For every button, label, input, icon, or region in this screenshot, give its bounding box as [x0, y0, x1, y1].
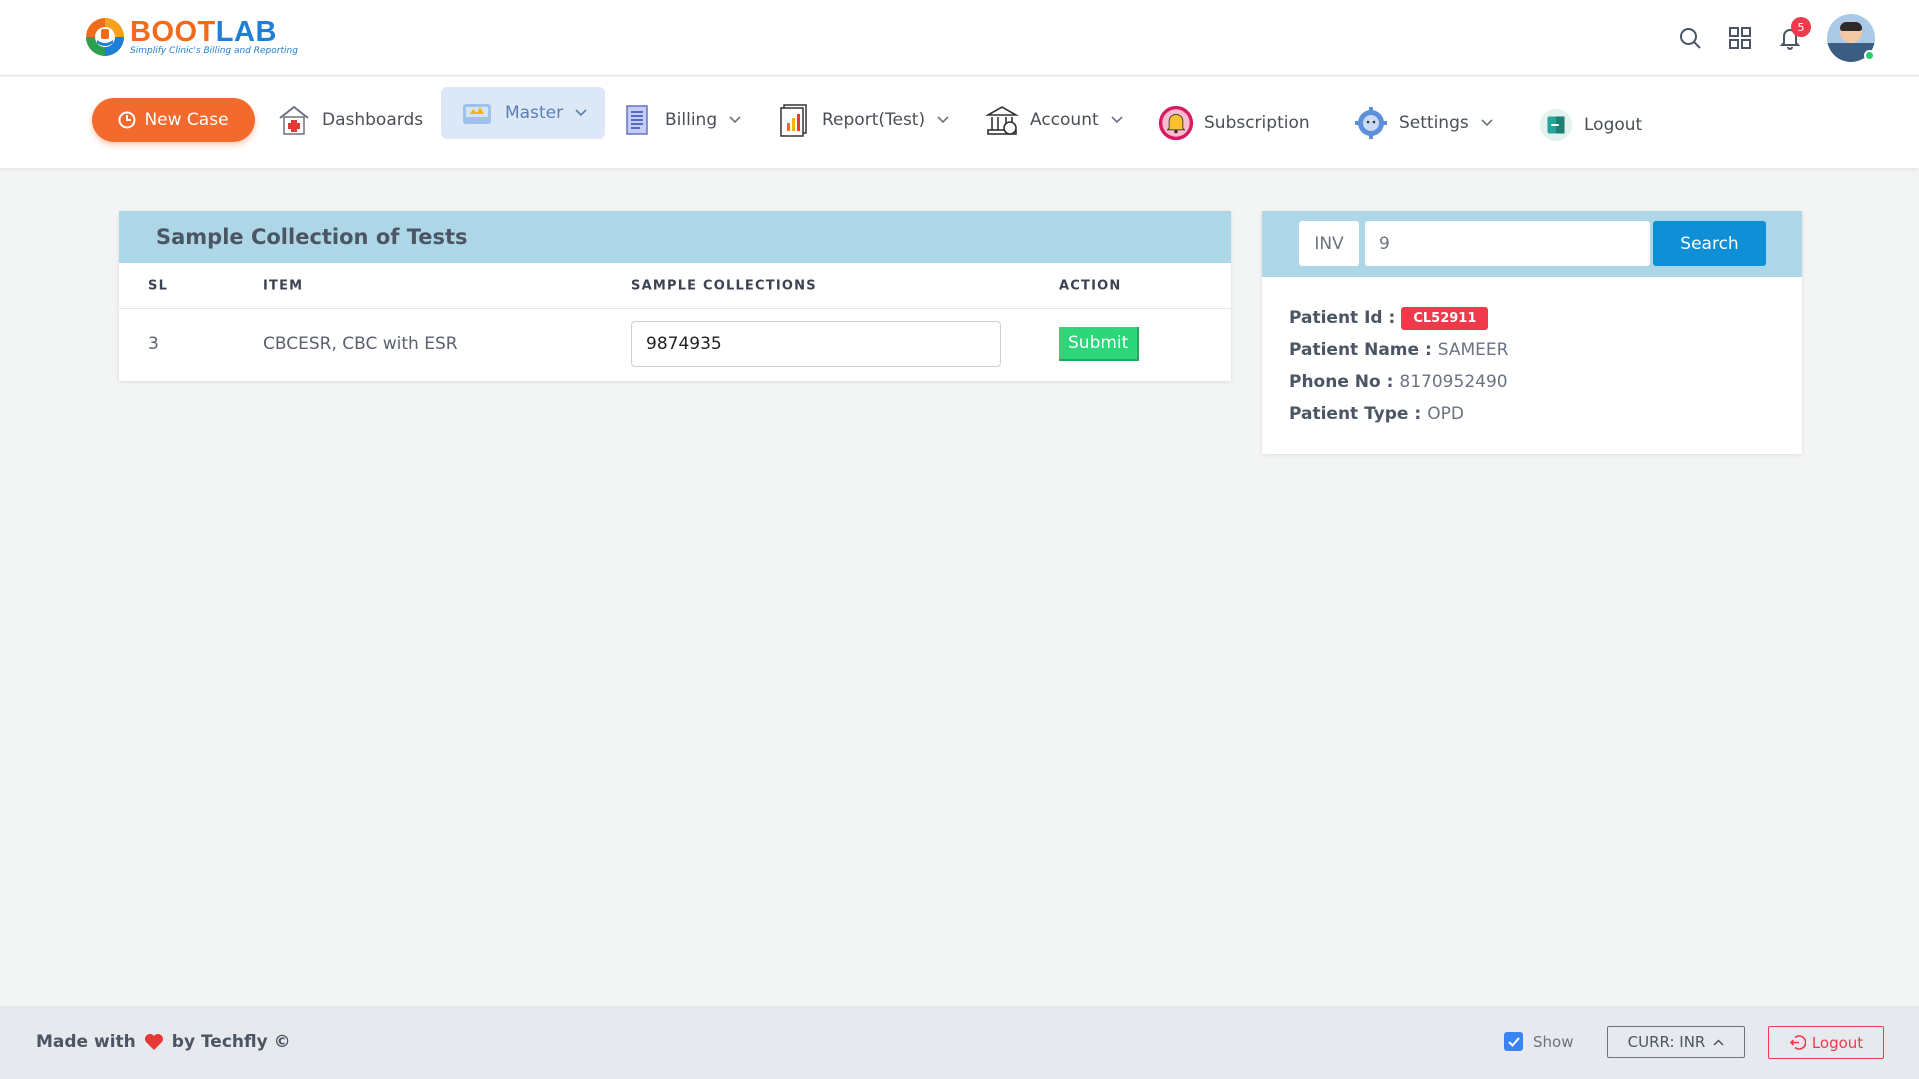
search-icon[interactable] — [1675, 23, 1705, 53]
bell-icon[interactable]: 5 — [1775, 17, 1811, 53]
currency-selector[interactable]: CURR: INR — [1607, 1026, 1745, 1058]
patient-name-label: Patient Name : — [1289, 340, 1432, 360]
column-header-item: ITEM — [263, 278, 304, 293]
search-button[interactable]: Search — [1653, 221, 1766, 266]
patient-id-label: Patient Id : — [1289, 308, 1396, 328]
brand-name: BOOTLAB — [130, 16, 277, 48]
nav-report-label: Report(Test) — [822, 110, 926, 130]
nav-billing-label: Billing — [665, 110, 718, 130]
phone-value: 8170952490 — [1399, 372, 1508, 392]
logout-arrow-icon — [1789, 1034, 1806, 1051]
search-bar: INV 9 Search — [1262, 211, 1802, 277]
currency-label: CURR: INR — [1627, 1033, 1706, 1051]
chevron-down-icon — [729, 116, 741, 124]
phone-row: Phone No : 8170952490 — [1289, 366, 1802, 398]
bank-icon — [984, 102, 1020, 138]
logo-mark-icon — [86, 18, 124, 56]
invoice-search-input[interactable]: 9 — [1365, 221, 1650, 266]
column-header-sample: SAMPLE COLLECTIONS — [631, 278, 817, 293]
chevron-down-icon — [575, 109, 587, 117]
brand-logo[interactable]: BOOTLAB Simplify Clinic's Billing and Re… — [84, 16, 298, 58]
patient-search-card: INV 9 Search Patient Id : CL52911 Patien… — [1262, 211, 1802, 454]
nav-account[interactable]: Account — [984, 94, 1123, 146]
master-icon — [459, 95, 495, 131]
table-row: 3 CBCESR, CBC with ESR 9874935 Submit — [119, 309, 1231, 379]
new-case-button[interactable]: New Case — [92, 98, 255, 142]
nav-dashboards[interactable]: Dashboards — [276, 94, 423, 146]
nav-billing[interactable]: Billing — [619, 94, 741, 146]
nav-subscription-label: Subscription — [1204, 113, 1310, 133]
footer-logout-button[interactable]: Logout — [1768, 1026, 1884, 1059]
notification-badge: 5 — [1791, 17, 1811, 37]
logout-icon — [1538, 107, 1574, 143]
nav-settings-label: Settings — [1399, 113, 1469, 133]
grid-icon[interactable] — [1725, 23, 1755, 53]
heart-icon — [144, 1033, 164, 1051]
avatar[interactable] — [1827, 14, 1875, 62]
new-case-label: New Case — [144, 110, 229, 130]
footer-credit: Made with by Techfly © — [36, 1032, 291, 1052]
patient-type-label: Patient Type : — [1289, 404, 1422, 424]
made-with-text: Made with — [36, 1032, 136, 1052]
chevron-up-icon — [1713, 1038, 1724, 1046]
top-header: BOOTLAB Simplify Clinic's Billing and Re… — [0, 0, 1919, 76]
sample-collection-card: Sample Collection of Tests SL ITEM SAMPL… — [119, 211, 1231, 381]
show-toggle[interactable]: Show — [1504, 1032, 1573, 1051]
footer: Made with by Techfly © Show CURR: INR Lo… — [0, 1006, 1919, 1079]
phone-label: Phone No : — [1289, 372, 1394, 392]
patient-name-row: Patient Name : SAMEER — [1289, 334, 1802, 366]
bell-badge-icon — [1158, 105, 1194, 141]
column-header-sl: SL — [148, 278, 169, 293]
brand-tagline: Simplify Clinic's Billing and Reporting — [130, 46, 298, 56]
chevron-down-icon — [937, 116, 949, 124]
card-title: Sample Collection of Tests — [119, 211, 1231, 263]
checkbox-checked-icon[interactable] — [1504, 1032, 1523, 1051]
patient-info: Patient Id : CL52911 Patient Name : SAME… — [1262, 277, 1802, 430]
clock-icon — [118, 111, 136, 129]
main-navbar: New Case Dashboards Master Billing Repor… — [0, 77, 1919, 168]
nav-dashboards-label: Dashboards — [322, 110, 424, 130]
patient-id-badge: CL52911 — [1401, 306, 1489, 330]
chevron-down-icon — [1481, 119, 1493, 127]
invoice-prefix: INV — [1299, 221, 1359, 266]
nav-account-label: Account — [1030, 110, 1099, 130]
nav-logout[interactable]: Logout — [1538, 99, 1642, 151]
patient-type-value: OPD — [1427, 404, 1464, 424]
patient-id-row: Patient Id : CL52911 — [1289, 302, 1802, 334]
footer-logout-label: Logout — [1811, 1033, 1864, 1052]
nav-logout-label: Logout — [1584, 115, 1643, 135]
billing-icon — [619, 102, 655, 138]
patient-type-row: Patient Type : OPD — [1289, 398, 1802, 430]
nav-master-label: Master — [505, 103, 564, 123]
nav-report-test[interactable]: Report(Test) — [776, 94, 949, 146]
by-techfly-text: by Techfly © — [171, 1032, 291, 1052]
submit-button[interactable]: Submit — [1059, 327, 1140, 361]
show-label: Show — [1533, 1032, 1574, 1051]
nav-subscription[interactable]: Subscription — [1158, 97, 1310, 149]
nav-settings[interactable]: Settings — [1353, 97, 1493, 149]
gear-icon — [1353, 105, 1389, 141]
row-item: CBCESR, CBC with ESR — [263, 334, 458, 354]
patient-name-value: SAMEER — [1437, 340, 1509, 360]
chevron-down-icon — [1111, 116, 1123, 124]
row-sl: 3 — [148, 334, 159, 354]
report-icon — [776, 102, 812, 138]
column-header-action: ACTION — [1059, 278, 1122, 293]
table-header: SL ITEM SAMPLE COLLECTIONS ACTION — [119, 263, 1231, 309]
header-actions: 5 — [1655, 14, 1875, 62]
sample-collection-input[interactable]: 9874935 — [631, 321, 1001, 367]
online-status-dot — [1864, 50, 1875, 61]
nav-master[interactable]: Master — [441, 87, 606, 139]
hospital-icon — [276, 102, 312, 138]
